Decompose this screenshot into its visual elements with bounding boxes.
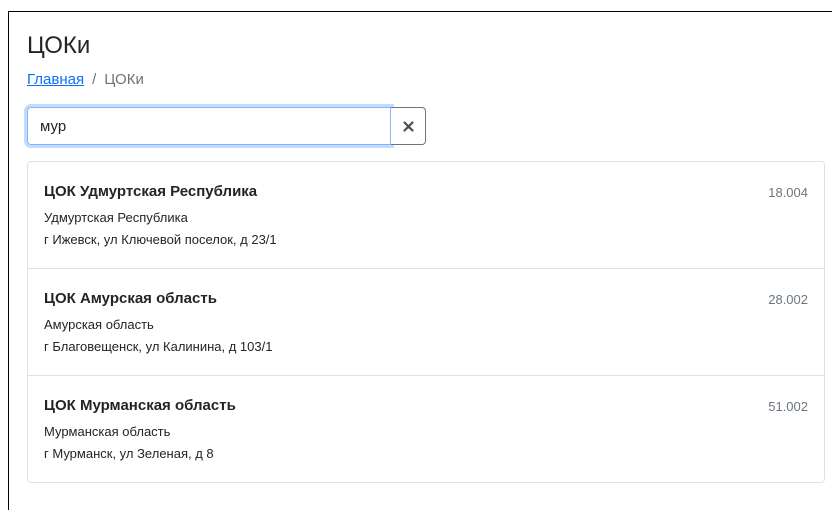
close-icon: [402, 120, 414, 132]
item-region: Удмуртская Республика: [44, 210, 188, 225]
item-title: ЦОК Мурманская область: [44, 397, 236, 414]
item-title: ЦОК Амурская область: [44, 290, 217, 307]
item-address: г Мурманск, ул Зеленая, д 8: [44, 446, 214, 461]
clear-search-button[interactable]: [391, 107, 426, 145]
search-input[interactable]: [27, 107, 392, 145]
item-code: 51.002: [768, 399, 808, 414]
breadcrumb-current: ЦОКи: [104, 71, 144, 88]
item-region: Мурманская область: [44, 424, 171, 439]
window-border-left: [8, 11, 9, 510]
breadcrumb-separator: /: [92, 71, 97, 88]
item-address: г Ижевск, ул Ключевой поселок, д 23/1: [44, 232, 277, 247]
window-border-top: [8, 11, 832, 12]
breadcrumb: Главная / ЦОКи: [27, 70, 144, 90]
item-region: Амурская область: [44, 317, 154, 332]
item-address: г Благовещенск, ул Калинина, д 103/1: [44, 339, 273, 354]
page-title: ЦОКи: [27, 32, 91, 59]
search-group: [27, 107, 426, 145]
results-list: ЦОК Удмуртская Республика 18.004 Удмуртс…: [27, 161, 825, 483]
item-code: 18.004: [768, 185, 808, 200]
list-item[interactable]: ЦОК Амурская область 28.002 Амурская обл…: [28, 269, 824, 376]
item-title: ЦОК Удмуртская Республика: [44, 183, 258, 200]
list-item[interactable]: ЦОК Мурманская область 51.002 Мурманская…: [28, 376, 824, 482]
list-item[interactable]: ЦОК Удмуртская Республика 18.004 Удмуртс…: [28, 162, 824, 269]
breadcrumb-home-link[interactable]: Главная: [27, 70, 84, 90]
item-code: 28.002: [768, 292, 808, 307]
